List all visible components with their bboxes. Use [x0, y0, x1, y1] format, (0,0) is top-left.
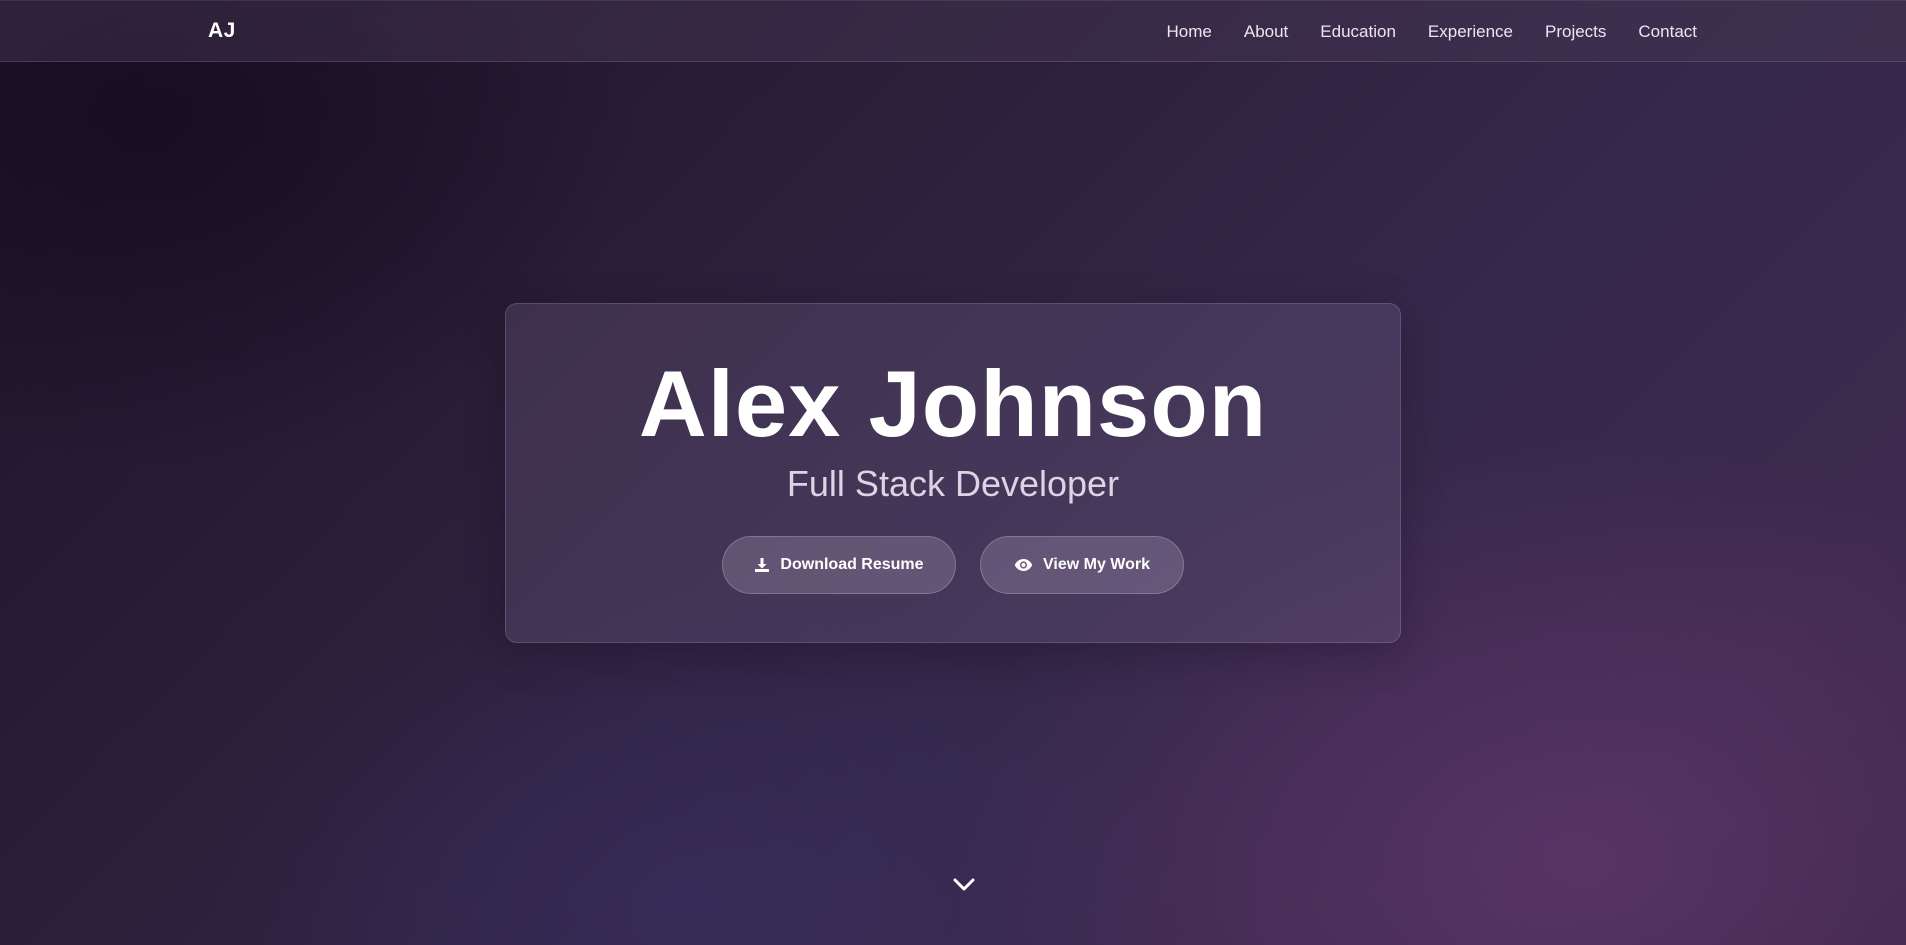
- hero-card: Alex Johnson Full Stack Developer Downlo…: [505, 303, 1401, 643]
- view-my-work-button[interactable]: View My Work: [980, 536, 1184, 594]
- scroll-down-button[interactable]: [952, 874, 976, 894]
- hero-buttons: Download Resume View My Work: [506, 536, 1400, 594]
- nav-link-about[interactable]: About: [1244, 22, 1288, 42]
- nav-link-experience[interactable]: Experience: [1428, 22, 1513, 42]
- navbar: AJ Home About Education Experience Proje…: [0, 0, 1906, 62]
- chevron-down-icon: [952, 878, 976, 898]
- download-icon: [754, 557, 770, 573]
- nav-link-projects[interactable]: Projects: [1545, 22, 1606, 42]
- nav-link-contact[interactable]: Contact: [1638, 22, 1697, 42]
- download-resume-button[interactable]: Download Resume: [722, 536, 956, 594]
- nav-link-education[interactable]: Education: [1320, 22, 1396, 42]
- hero-name: Alex Johnson: [638, 351, 1268, 456]
- eye-icon: [1014, 558, 1033, 572]
- download-resume-label: Download Resume: [780, 556, 924, 573]
- logo[interactable]: AJ: [208, 19, 236, 43]
- nav-links: Home About Education Experience Projects…: [1167, 1, 1698, 63]
- hero-title: Full Stack Developer: [786, 463, 1120, 504]
- nav-link-home[interactable]: Home: [1167, 22, 1212, 42]
- view-my-work-label: View My Work: [1043, 556, 1150, 573]
